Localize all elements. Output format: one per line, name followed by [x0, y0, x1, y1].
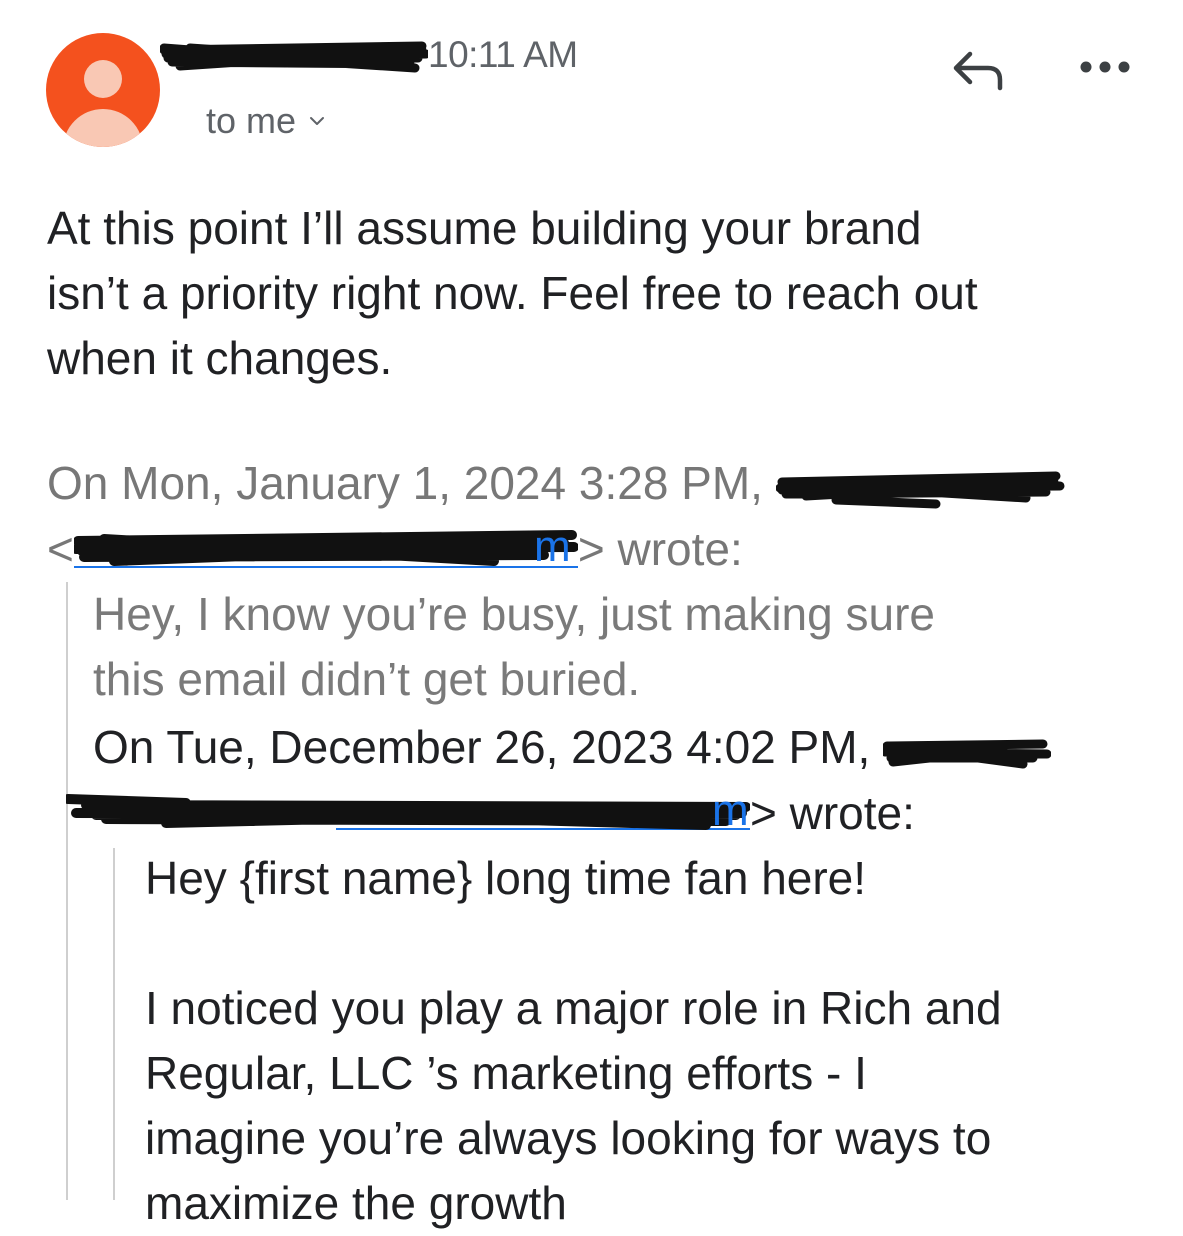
quote2-line: imagine you’re always looking for ways t… — [145, 1112, 992, 1164]
quote1-attribution: On Mon, January 1, 2024 3:28 PM, — [47, 450, 1177, 516]
message-time: 10:11 AM — [428, 34, 578, 75]
quote2-body: Hey {first name} long time fan here! I n… — [145, 846, 1002, 1236]
quote2-sender-redaction — [883, 739, 1052, 769]
avatar-head — [84, 60, 122, 98]
reply-icon[interactable] — [948, 44, 1006, 92]
quote2-attribution-email: m > wrote: — [66, 780, 915, 846]
quote1-sender-redaction — [775, 471, 1065, 509]
body-line: At this point I’ll assume building your … — [47, 202, 922, 254]
quote1-attribution-email: < m > wrote: — [47, 516, 1177, 582]
quote2-line: Regular, LLC ’s marketing efforts - I — [145, 1047, 867, 1099]
chevron-down-icon — [310, 117, 325, 125]
quote2-attribution: On Tue, December 26, 2023 4:02 PM, — [93, 714, 1052, 780]
quote1-line: this email didn’t get buried. — [93, 653, 641, 705]
quote1-line: Hey, I know you’re busy, just making sur… — [93, 588, 935, 640]
quote1-wrote: > wrote: — [577, 523, 743, 575]
quote1-body: Hey, I know you’re busy, just making sur… — [93, 582, 935, 712]
body-line: isn’t a priority right now. Feel free to… — [47, 267, 978, 319]
recipient-toggle[interactable]: to me — [206, 100, 326, 142]
quote2-wrote: > wrote: — [750, 787, 915, 839]
quote1-attribution-text: On Mon, January 1, 2024 3:28 PM, — [47, 457, 763, 509]
avatar-body — [63, 109, 143, 147]
body-line: when it changes. — [47, 332, 393, 384]
quote2-line: maximize the growth — [145, 1177, 567, 1229]
sender-name-redaction — [160, 41, 428, 73]
quote2-line: I noticed you play a major role in Rich … — [145, 982, 1002, 1034]
quote2-email-redaction: m — [66, 786, 750, 835]
email-open-bracket: < — [47, 523, 74, 575]
quote-level2-bar — [113, 848, 115, 1200]
svg-text:m: m — [534, 522, 571, 571]
more-horizontal-icon[interactable] — [1078, 56, 1132, 78]
message-body: At this point I’ll assume building your … — [47, 196, 1157, 391]
recipient-label: to me — [206, 100, 297, 141]
svg-text:m: m — [712, 786, 749, 835]
quote2-attribution-text: On Tue, December 26, 2023 4:02 PM, — [93, 721, 871, 773]
quote-level1-bar — [66, 582, 68, 1200]
quote2-line: Hey {first name} long time fan here! — [145, 852, 867, 904]
sender-avatar[interactable] — [46, 33, 160, 147]
quote2-line — [145, 911, 1002, 976]
quote1-email-link[interactable]: m — [73, 521, 578, 571]
quote1-email-redaction: m — [73, 522, 578, 571]
